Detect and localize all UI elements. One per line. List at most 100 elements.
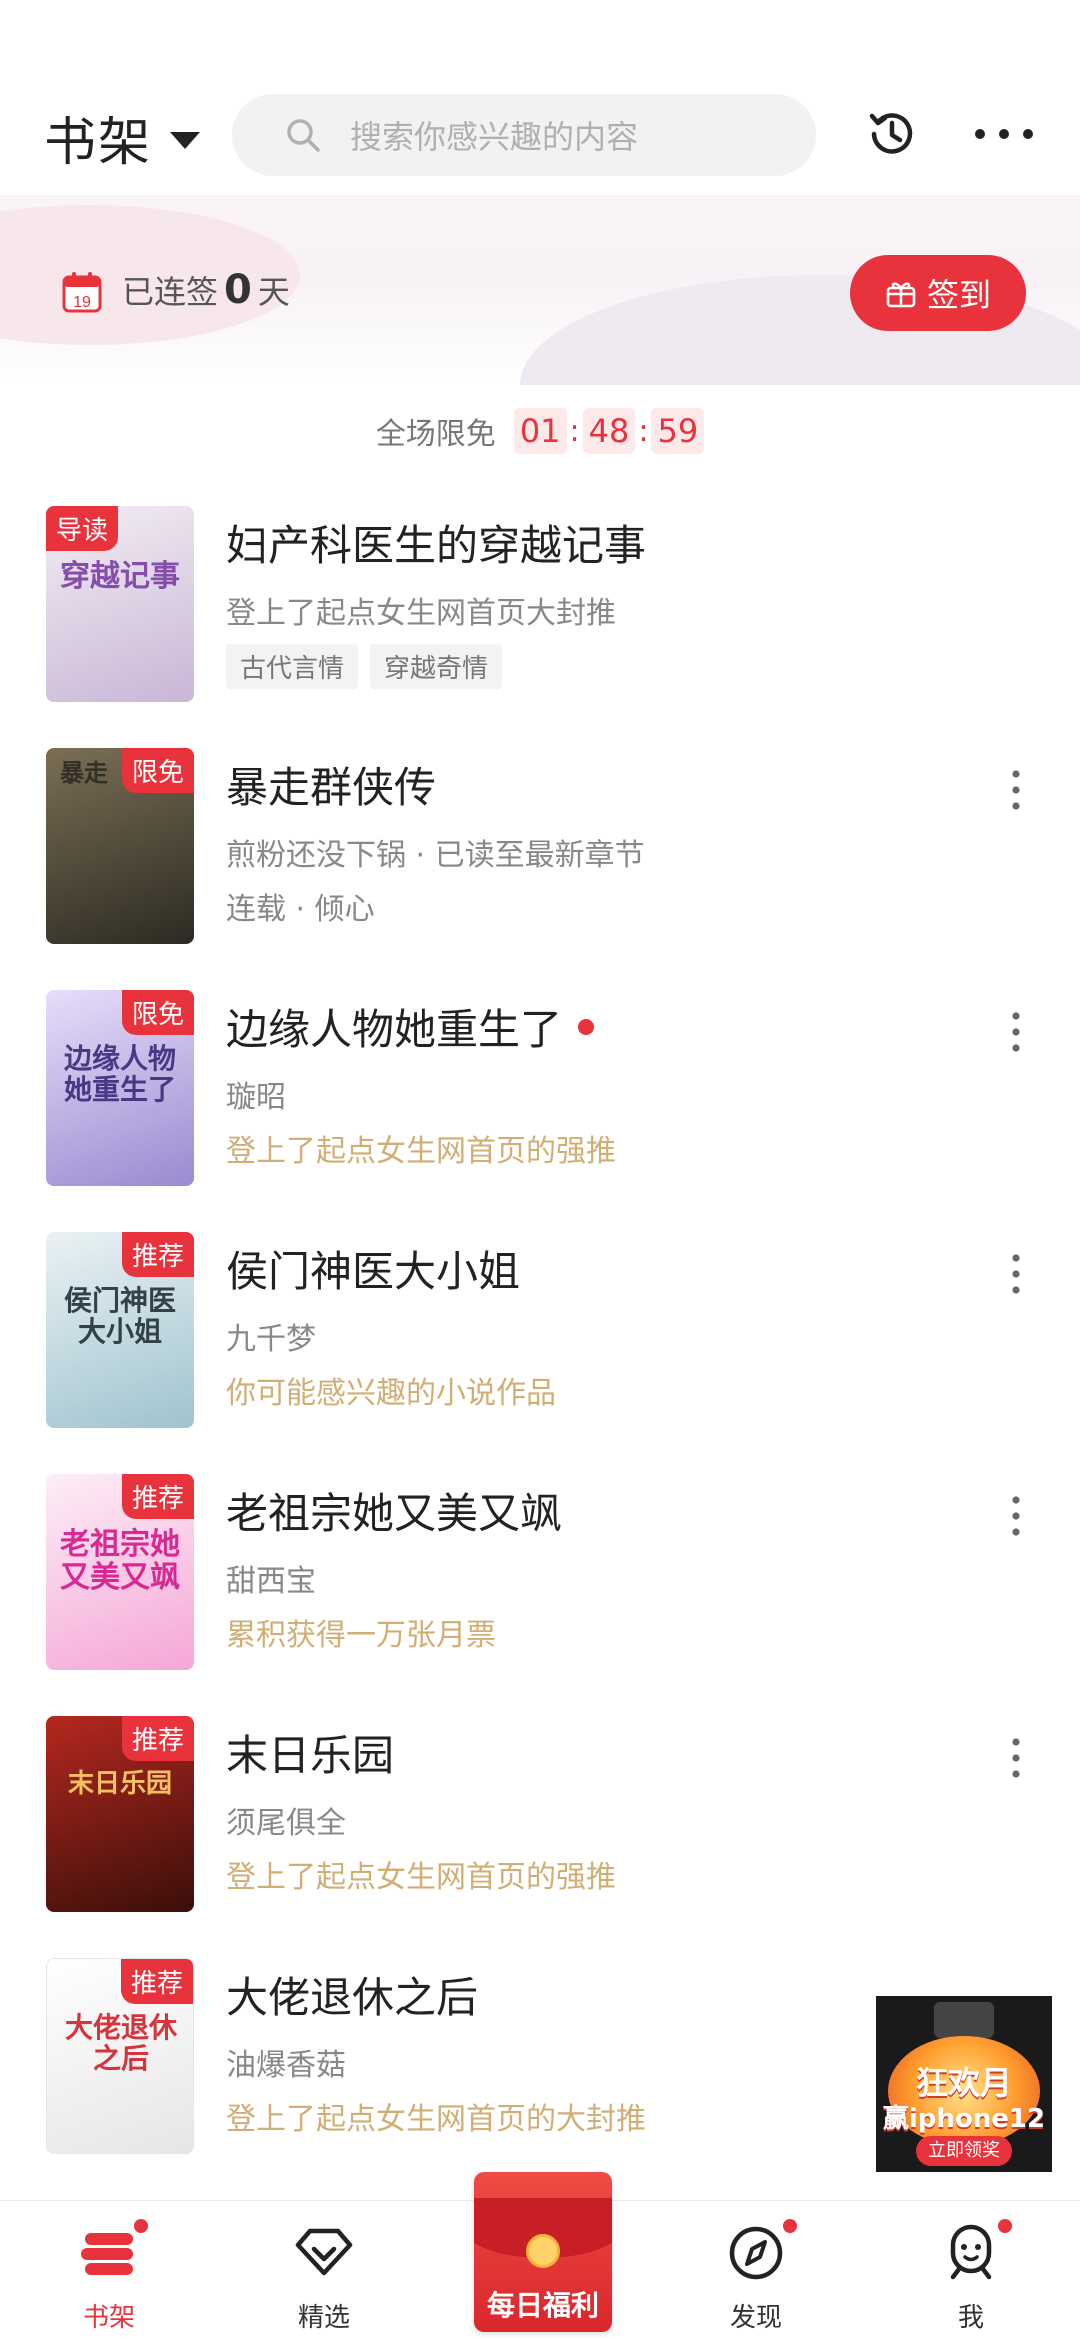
calendar-icon: 19 (62, 272, 102, 313)
gift-icon (886, 282, 916, 308)
more-vertical-icon[interactable] (1004, 768, 1028, 812)
streak-prefix: 已连签 (122, 273, 219, 311)
book-title-text: 边缘人物她重生了 (226, 1005, 563, 1054)
checkin-button-label: 签到 (926, 276, 991, 314)
coin-icon (526, 2234, 560, 2268)
top-bar: 书架 搜索你感兴趣的内容 (0, 0, 1080, 195)
book-title: 老祖宗她又美又飒 (226, 1480, 562, 1541)
book-badge: 推荐 (120, 1959, 193, 2004)
book-title: 边缘人物她重生了 (226, 996, 595, 1057)
book-cover[interactable]: 侯门神医大小姐 推荐 (46, 1232, 194, 1428)
book-title-text: 大佬退休之后 (226, 1973, 479, 2022)
book-item[interactable]: 边缘人物她重生了 限免 边缘人物她重生了 璇昭 登上了起点女生网首页的强推 (0, 990, 1080, 1190)
book-subtitle: 须尾俱全 (226, 1806, 346, 1841)
book-note: 登上了起点女生网首页的强推 (226, 1134, 616, 1169)
book-item[interactable]: 暴走 限免 暴走群侠传 煎粉还没下锅 · 已读至最新章节 连载 · 倾心 (0, 748, 1080, 948)
book-tag[interactable]: 穿越奇情 (370, 644, 503, 689)
search-placeholder: 搜索你感兴趣的内容 (350, 118, 639, 156)
book-cover[interactable]: 老祖宗她又美又飒 推荐 (46, 1474, 194, 1670)
book-cover[interactable]: 大佬退休之后 推荐 (46, 1958, 194, 2154)
book-subtitle: 登上了起点女生网首页大封推 (226, 596, 616, 631)
shelf-title: 书架 (44, 113, 153, 173)
book-badge: 推荐 (121, 1232, 194, 1277)
book-cover[interactable]: 末日乐园 推荐 (46, 1716, 194, 1912)
book-tag[interactable]: 古代言情 (226, 644, 359, 689)
profile-icon (950, 2224, 992, 2280)
book-badge: 限免 (121, 748, 194, 793)
diamond-icon (295, 2228, 353, 2276)
book-title: 暴走群侠传 (226, 754, 436, 815)
more-vertical-icon[interactable] (1004, 1252, 1028, 1296)
nav-notification-dot (996, 2217, 1014, 2235)
book-title-text: 老祖宗她又美又飒 (226, 1489, 563, 1538)
book-note: 登上了起点女生网首页的强推 (226, 1860, 616, 1895)
checkin-button[interactable]: 签到 (850, 255, 1026, 331)
search-icon (287, 119, 320, 152)
book-title: 妇产科医生的穿越记事 (226, 512, 646, 573)
shelf-switcher[interactable]: 书架 (44, 100, 201, 175)
book-subtitle: 璇昭 (226, 1080, 286, 1115)
book-title-text: 暴走群侠传 (226, 763, 437, 812)
book-badge: 导读 (46, 506, 119, 551)
more-vertical-icon[interactable] (1004, 1494, 1028, 1538)
nav-discover[interactable]: 发现 (681, 2201, 831, 2340)
cover-title-art: 末日乐园 (67, 1769, 172, 1799)
book-item[interactable]: 老祖宗她又美又飒 推荐 老祖宗她又美又飒 甜西宝 累积获得一万张月票 (0, 1474, 1080, 1674)
nav-featured[interactable]: 精选 (249, 2201, 399, 2340)
book-title-text: 末日乐园 (226, 1731, 395, 1780)
bookshelf-icon (81, 2233, 133, 2275)
nav-notification-dot (132, 2217, 150, 2235)
cover-title-art: 老祖宗她又美又飒 (60, 1527, 180, 1595)
calendar-day: 19 (73, 294, 91, 311)
book-note: 连载 · 倾心 (226, 892, 375, 927)
book-item[interactable]: 末日乐园 推荐 末日乐园 须尾俱全 登上了起点女生网首页的强推 (0, 1716, 1080, 1916)
more-icon[interactable] (972, 114, 1036, 154)
book-note: 你可能感兴趣的小说作品 (226, 1376, 556, 1411)
nav-label: 发现 (729, 2303, 782, 2333)
book-subtitle: 煎粉还没下锅 · 已读至最新章节 (226, 838, 645, 873)
book-cover[interactable]: 边缘人物她重生了 限免 (46, 990, 194, 1186)
ad-subline: 赢iphone12 (882, 2104, 1046, 2134)
cover-title-art: 大佬退休之后 (64, 2011, 177, 2075)
book-subtitle: 油爆香菇 (226, 2048, 346, 2083)
streak-count: 0 (224, 267, 252, 313)
promo-float-ad[interactable]: 狂欢月 赢iphone12 立即领奖 (876, 1996, 1052, 2172)
countdown-minutes: 48 (582, 408, 636, 454)
cover-title-art: 边缘人物她重生了 (63, 1042, 176, 1106)
book-title: 侯门神医大小姐 (226, 1238, 520, 1299)
free-label: 全场限免 (375, 417, 496, 452)
more-vertical-icon[interactable] (1004, 1736, 1028, 1780)
nav-label: 精选 (297, 2303, 350, 2333)
book-item[interactable]: 穿越记事 导读 妇产科医生的穿越记事 登上了起点女生网首页大封推 古代言情 穿越… (0, 506, 1080, 706)
more-vertical-icon[interactable] (1004, 1010, 1028, 1054)
book-badge: 推荐 (121, 1716, 194, 1761)
caret-down-icon (170, 132, 201, 149)
cover-title-art: 侯门神医大小姐 (63, 1284, 176, 1348)
phone-image (934, 2002, 994, 2038)
history-icon[interactable] (864, 106, 920, 162)
streak-suffix: 天 (257, 273, 290, 311)
search-bar[interactable]: 搜索你感兴趣的内容 (232, 94, 816, 176)
nav-bookshelf[interactable]: 书架 (34, 2201, 184, 2340)
book-title-text: 侯门神医大小姐 (226, 1247, 521, 1296)
book-item[interactable]: 侯门神医大小姐 推荐 侯门神医大小姐 九千梦 你可能感兴趣的小说作品 (0, 1232, 1080, 1432)
book-cover[interactable]: 穿越记事 导读 (46, 506, 194, 702)
daily-welfare-button[interactable]: 每日福利 (474, 2172, 612, 2332)
book-cover[interactable]: 暴走 限免 (46, 748, 194, 944)
nav-notification-dot (781, 2217, 799, 2235)
book-badge: 推荐 (121, 1474, 194, 1519)
ad-cta-button[interactable]: 立即领奖 (916, 2136, 1012, 2166)
countdown-hours: 01 (513, 408, 567, 454)
nav-me[interactable]: 我 (896, 2201, 1046, 2340)
nav-label: 我 (957, 2303, 984, 2333)
book-note: 登上了起点女生网首页的大封推 (226, 2102, 646, 2137)
free-countdown: 全场限免 01 : 48 : 59 (0, 408, 1080, 454)
checkin-banner: 19 已连签 0 天 签到 (0, 195, 1080, 385)
cover-title-art: 穿越记事 (60, 559, 180, 594)
book-subtitle: 甜西宝 (226, 1564, 316, 1599)
countdown-separator: : (569, 413, 580, 449)
nav-label: 书架 (82, 2303, 135, 2333)
book-note: 累积获得一万张月票 (226, 1618, 496, 1653)
book-badge: 限免 (121, 990, 194, 1035)
compass-icon (729, 2226, 783, 2280)
